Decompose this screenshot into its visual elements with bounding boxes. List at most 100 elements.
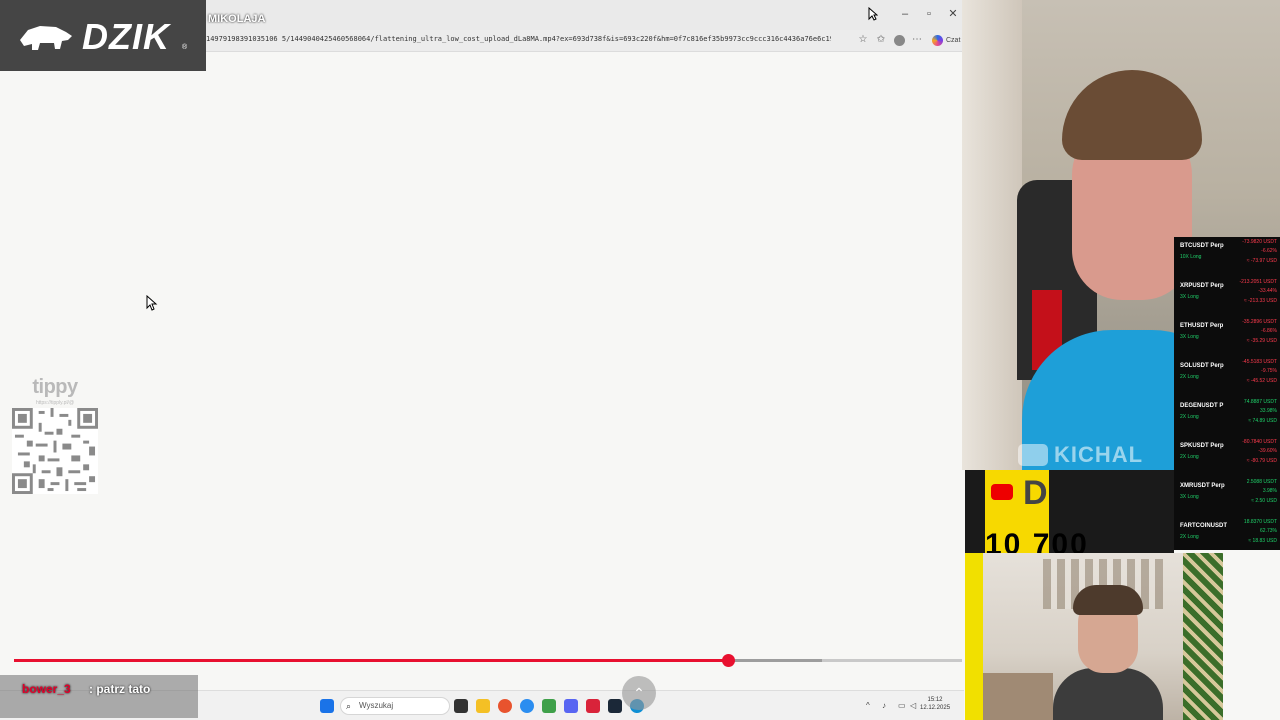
position-pnl: -35.2896 USDT: [1242, 319, 1277, 325]
task-view-icon[interactable]: [454, 699, 468, 713]
profile-icon[interactable]: [894, 35, 905, 46]
webcam2-side-strip: [965, 553, 983, 720]
chrome-icon[interactable]: [520, 699, 534, 713]
app-icon[interactable]: [586, 699, 600, 713]
position-percent: -6.62%: [1261, 248, 1277, 254]
position-value: ≈ -73.97 USD: [1246, 258, 1277, 264]
second-webcam: [983, 553, 1223, 720]
discord-icon[interactable]: [564, 699, 578, 713]
tray-date: 12.12.2025: [920, 705, 951, 711]
position-value: ≈ -35.29 USD: [1246, 338, 1277, 344]
steam-icon[interactable]: [608, 699, 622, 713]
seek-buffered: [727, 659, 822, 662]
copilot-label[interactable]: Czat: [946, 37, 960, 44]
position-value: ≈ -213.33 USD: [1243, 298, 1277, 304]
seek-progress: [14, 659, 728, 662]
position-leverage: 3X Long: [1180, 494, 1199, 500]
position-pnl: -80.7840 USDT: [1242, 439, 1277, 445]
star-icon[interactable]: ☆: [856, 33, 870, 47]
position-row: XMRUSDT Perp 3X Long 2.5088 USDT 3.98% ≈ 2.5…: [1174, 477, 1280, 517]
seek-handle[interactable]: [721, 654, 735, 667]
app-icon[interactable]: [542, 699, 556, 713]
boar-icon: [20, 26, 72, 50]
dzik-logo-text: DZIK: [82, 16, 170, 57]
video-seek-bar[interactable]: [14, 654, 962, 667]
file-explorer-icon[interactable]: [476, 699, 490, 713]
position-value: ≈ -80.79 USD: [1246, 458, 1277, 464]
tray-clock[interactable]: 15:12 12.12.2025: [920, 696, 950, 712]
tippy-title: tippy: [32, 376, 78, 398]
position-leverage: 3X Long: [1180, 334, 1199, 340]
webcam-person-hair: [1062, 70, 1202, 160]
position-percent: 62.73%: [1260, 528, 1277, 534]
more-icon[interactable]: ⋯: [910, 33, 924, 47]
tray-chevron-icon[interactable]: ^: [866, 701, 870, 710]
webcam2-person-hair: [1073, 585, 1143, 615]
position-symbol: ETHUSDT Perp: [1180, 323, 1224, 329]
close-icon[interactable]: ✕: [946, 7, 960, 21]
position-value: ≈ -45.52 USD: [1246, 378, 1277, 384]
position-row: DEGENUSDT P 2X Long 74.8887 USDT 33.98% ≈ 74…: [1174, 397, 1280, 437]
position-pnl: 2.5088 USDT: [1246, 479, 1277, 485]
copilot-icon[interactable]: [932, 35, 943, 46]
url-text[interactable]: 14979198391035106 5/1449040425460568064/…: [206, 35, 831, 43]
position-percent: -39.60%: [1258, 448, 1277, 454]
position-pnl: -73.9820 USDT: [1242, 239, 1277, 245]
position-value: ≈ 2.50 USD: [1251, 498, 1277, 504]
tab-title: MIKOLAJA: [208, 13, 266, 25]
position-leverage: 2X Long: [1180, 414, 1199, 420]
webcam-curtain: [962, 0, 1022, 470]
mouse-cursor-icon: [146, 295, 158, 311]
position-symbol: XRPUSDT Perp: [1180, 283, 1224, 289]
position-leverage: 2X Long: [1180, 534, 1199, 540]
position-leverage: 2X Long: [1180, 374, 1199, 380]
chat-username: bower_3: [22, 682, 71, 696]
position-percent: -33.44%: [1258, 288, 1277, 294]
youtube-strip: D 10 700: [965, 470, 1174, 555]
mouse-cursor-icon: [868, 7, 878, 21]
qr-code-icon: [12, 408, 98, 494]
position-value: ≈ 18.83 USD: [1248, 538, 1277, 544]
position-row: XRPUSDT Perp 3X Long -213.2051 USDT -33.44%…: [1174, 277, 1280, 317]
youtube-watermark-icon: [1018, 444, 1048, 466]
firefox-icon[interactable]: [498, 699, 512, 713]
position-symbol: FARTCOINUSDT: [1180, 523, 1227, 529]
webcam2-plant: [1183, 553, 1223, 720]
position-pnl: 74.8887 USDT: [1243, 399, 1277, 405]
microphone-icon[interactable]: ♪: [882, 701, 886, 710]
position-row: FARTCOINUSDT 2X Long 18.8370 USDT 62.73% ≈ 1…: [1174, 517, 1280, 557]
chat-overlay: bower_3 : patrz tato: [0, 675, 198, 718]
youtube-strip-text: D: [1023, 474, 1048, 512]
position-row: SPKUSDT Perp 2X Long -80.7840 USDT -39.60% ≈…: [1174, 437, 1280, 477]
taskbar-search-input[interactable]: ⌕ Wyszukaj: [340, 697, 450, 715]
scroll-up-button[interactable]: ⌃: [622, 676, 656, 710]
position-symbol: DEGENUSDT P: [1180, 403, 1224, 409]
chat-message: : patrz tato: [89, 682, 151, 696]
network-icon[interactable]: ▭: [898, 701, 906, 710]
webcam-watermark: KICHAL: [1054, 442, 1144, 467]
position-row: ETHUSDT Perp 3X Long -35.2896 USDT -6.86% ≈ …: [1174, 317, 1280, 357]
taskbar-search-placeholder: Wyszukaj: [359, 701, 394, 710]
tippy-url: https://tipply.pl/@: [35, 400, 75, 406]
screen: – ▫ ✕ 14979198391035106 5/14490404254605…: [0, 0, 1280, 720]
position-pnl: -45.5183 USDT: [1242, 359, 1277, 365]
dzik-registered-mark: ®: [182, 44, 188, 51]
youtube-strip-number: 10 700: [985, 528, 1089, 555]
position-value: ≈ 74.89 USD: [1248, 418, 1277, 424]
position-symbol: SPKUSDT Perp: [1180, 443, 1224, 449]
position-percent: -9.75%: [1261, 368, 1277, 374]
webcam2-bed: [983, 673, 1053, 720]
minimize-icon[interactable]: –: [898, 7, 912, 21]
tippy-qr-widget: tippy https://tipply.pl/@: [10, 376, 100, 496]
favorites-icon[interactable]: ✩: [874, 33, 888, 47]
windows-icon[interactable]: [320, 699, 334, 713]
position-symbol: SOLUSDT Perp: [1180, 363, 1224, 369]
maximize-icon[interactable]: ▫: [922, 7, 936, 21]
position-symbol: BTCUSDT Perp: [1180, 243, 1224, 249]
position-leverage: 10X Long: [1180, 254, 1202, 260]
search-icon: ⌕: [346, 701, 352, 711]
volume-icon[interactable]: ◁: [910, 701, 916, 710]
dzik-overlay: DZIK ®: [0, 0, 206, 71]
youtube-logo-icon: [991, 484, 1013, 500]
position-pnl: 18.8370 USDT: [1243, 519, 1277, 525]
